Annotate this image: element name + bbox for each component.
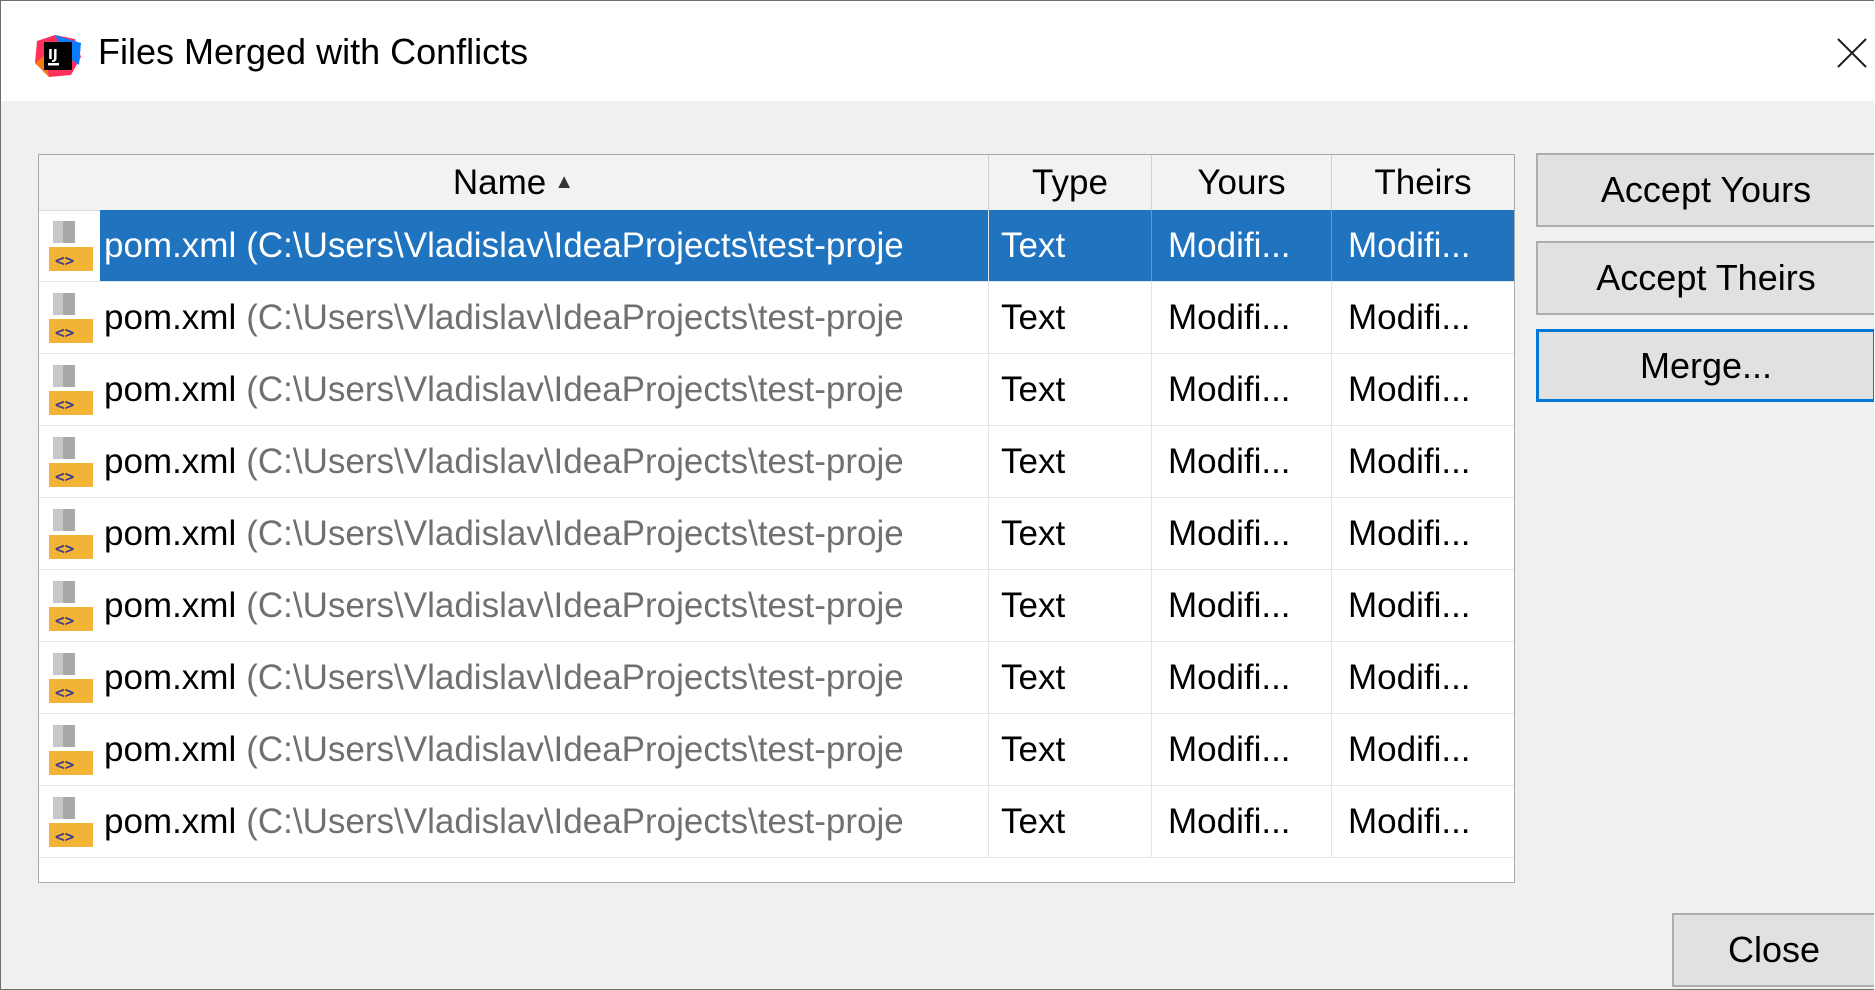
xml-file-icon: <> — [49, 365, 93, 415]
close-button[interactable]: Close — [1672, 913, 1874, 987]
accept-theirs-button[interactable]: Accept Theirs — [1536, 241, 1874, 315]
title-bar: IJ Files Merged with Conflicts — [1, 1, 1874, 101]
theirs-cell: Modifi... — [1348, 801, 1471, 841]
svg-text:<>: <> — [55, 755, 74, 774]
yours-cell: Modifi... — [1152, 210, 1332, 281]
table-row[interactable]: <> pom.xml (C:\Users\Vladislav\IdeaProject… — [39, 282, 1514, 354]
column-header-yours[interactable]: Yours — [1152, 155, 1332, 210]
yours-cell: Modifi... — [1152, 282, 1332, 353]
conflicts-table[interactable]: Name ▲ Type Yours Theirs <> pom.xml (C:\Us… — [38, 154, 1515, 883]
name-cell: <> pom.xml (C:\Users\Vladislav\IdeaProject… — [39, 570, 989, 641]
theirs-cell: Modifi... — [1348, 729, 1471, 769]
file-path: (C:\Users\Vladislav\IdeaProjects\test-pr… — [246, 513, 904, 553]
name-cell: <> pom.xml (C:\Users\Vladislav\IdeaProject… — [39, 354, 989, 425]
table-row[interactable]: <> pom.xml (C:\Users\Vladislav\IdeaProject… — [39, 210, 1514, 282]
xml-file-icon: <> — [49, 293, 93, 343]
xml-file-icon: <> — [49, 437, 93, 487]
svg-text:<>: <> — [55, 323, 74, 342]
table-row[interactable]: <> pom.xml (C:\Users\Vladislav\IdeaProject… — [39, 786, 1514, 858]
xml-file-icon: <> — [49, 653, 93, 703]
type-cell: Text — [989, 282, 1152, 353]
file-name: pom.xml — [104, 297, 237, 337]
dialog-title: Files Merged with Conflicts — [98, 31, 529, 72]
file-path: (C:\Users\Vladislav\IdeaProjects\test-pr… — [246, 369, 904, 409]
column-header-theirs[interactable]: Theirs — [1332, 155, 1514, 210]
yours-cell: Modifi... — [1152, 642, 1332, 713]
type-cell: Text — [989, 642, 1152, 713]
yours-cell: Modifi... — [1152, 498, 1332, 569]
table-row[interactable]: <> pom.xml (C:\Users\Vladislav\IdeaProject… — [39, 354, 1514, 426]
xml-file-icon: <> — [49, 725, 93, 775]
theirs-cell: Modifi... — [1348, 585, 1471, 625]
file-name: pom.xml — [104, 801, 237, 841]
theirs-cell: Modifi... — [1348, 513, 1471, 553]
yours-cell: Modifi... — [1152, 714, 1332, 785]
type-cell: Text — [989, 786, 1152, 857]
file-name: pom.xml — [104, 441, 237, 481]
name-cell: <> pom.xml (C:\Users\Vladislav\IdeaProject… — [39, 426, 989, 497]
file-name: pom.xml — [104, 729, 237, 769]
file-path: (C:\Users\Vladislav\IdeaProjects\test-pr… — [246, 297, 904, 337]
type-cell: Text — [989, 354, 1152, 425]
table-row[interactable]: <> pom.xml (C:\Users\Vladislav\IdeaProject… — [39, 714, 1514, 786]
xml-file-icon: <> — [49, 581, 93, 631]
table-header: Name ▲ Type Yours Theirs — [39, 155, 1514, 211]
table-row[interactable]: <> pom.xml (C:\Users\Vladislav\IdeaProject… — [39, 498, 1514, 570]
file-name: pom.xml — [104, 657, 237, 697]
theirs-cell: Modifi... — [1348, 369, 1471, 409]
close-icon[interactable] — [1830, 31, 1874, 75]
accept-yours-button[interactable]: Accept Yours — [1536, 153, 1874, 227]
file-path: (C:\Users\Vladislav\IdeaProjects\test-pr… — [246, 657, 904, 697]
xml-file-icon: <> — [49, 221, 93, 271]
name-cell: <> pom.xml (C:\Users\Vladislav\IdeaProject… — [39, 642, 989, 713]
svg-text:<>: <> — [55, 683, 74, 702]
type-cell: Text — [989, 570, 1152, 641]
name-cell: <> pom.xml (C:\Users\Vladislav\IdeaProject… — [39, 498, 989, 569]
svg-text:<>: <> — [55, 611, 74, 630]
column-header-label: Name — [452, 162, 547, 202]
yours-cell: Modifi... — [1152, 570, 1332, 641]
theirs-cell: Modifi... — [1348, 657, 1471, 697]
file-name: pom.xml — [104, 225, 237, 265]
file-path: (C:\Users\Vladislav\IdeaProjects\test-pr… — [246, 801, 904, 841]
column-header-type[interactable]: Type — [989, 155, 1152, 210]
file-path: (C:\Users\Vladislav\IdeaProjects\test-pr… — [246, 225, 904, 265]
type-cell: Text — [989, 714, 1152, 785]
merge-conflicts-dialog: IJ Files Merged with Conflicts Name ▲ Ty… — [0, 0, 1874, 990]
svg-text:IJ: IJ — [48, 48, 58, 63]
yours-cell: Modifi... — [1152, 426, 1332, 497]
file-name: pom.xml — [104, 585, 237, 625]
merge-button[interactable]: Merge... — [1536, 329, 1874, 402]
intellij-idea-icon: IJ — [35, 35, 81, 77]
file-name: pom.xml — [104, 513, 237, 553]
name-cell: <> pom.xml (C:\Users\Vladislav\IdeaProject… — [39, 786, 989, 857]
svg-text:<>: <> — [55, 251, 74, 270]
name-cell: <> pom.xml (C:\Users\Vladislav\IdeaProject… — [39, 714, 989, 785]
yours-cell: Modifi... — [1152, 354, 1332, 425]
file-path: (C:\Users\Vladislav\IdeaProjects\test-pr… — [246, 441, 904, 481]
svg-text:<>: <> — [55, 395, 74, 414]
xml-file-icon: <> — [49, 509, 93, 559]
yours-cell: Modifi... — [1152, 786, 1332, 857]
name-cell: <> pom.xml (C:\Users\Vladislav\IdeaProject… — [39, 210, 989, 281]
table-row[interactable]: <> pom.xml (C:\Users\Vladislav\IdeaProject… — [39, 570, 1514, 642]
file-path: (C:\Users\Vladislav\IdeaProjects\test-pr… — [246, 729, 904, 769]
column-header-name[interactable]: Name ▲ — [39, 155, 989, 210]
svg-text:<>: <> — [55, 539, 74, 558]
table-row[interactable]: <> pom.xml (C:\Users\Vladislav\IdeaProject… — [39, 642, 1514, 714]
name-cell: <> pom.xml (C:\Users\Vladislav\IdeaProject… — [39, 282, 989, 353]
table-row[interactable]: <> pom.xml (C:\Users\Vladislav\IdeaProject… — [39, 426, 1514, 498]
xml-file-icon: <> — [49, 797, 93, 847]
file-name: pom.xml — [104, 369, 237, 409]
svg-text:<>: <> — [55, 827, 74, 846]
svg-text:<>: <> — [55, 467, 74, 486]
type-cell: Text — [989, 426, 1152, 497]
file-path: (C:\Users\Vladislav\IdeaProjects\test-pr… — [246, 585, 904, 625]
theirs-cell: Modifi... — [1348, 297, 1471, 337]
theirs-cell: Modifi... — [1348, 441, 1471, 481]
theirs-cell: Modifi... — [1332, 210, 1514, 281]
type-cell: Text — [989, 210, 1152, 281]
type-cell: Text — [989, 498, 1152, 569]
sort-ascending-icon: ▲ — [554, 171, 575, 193]
